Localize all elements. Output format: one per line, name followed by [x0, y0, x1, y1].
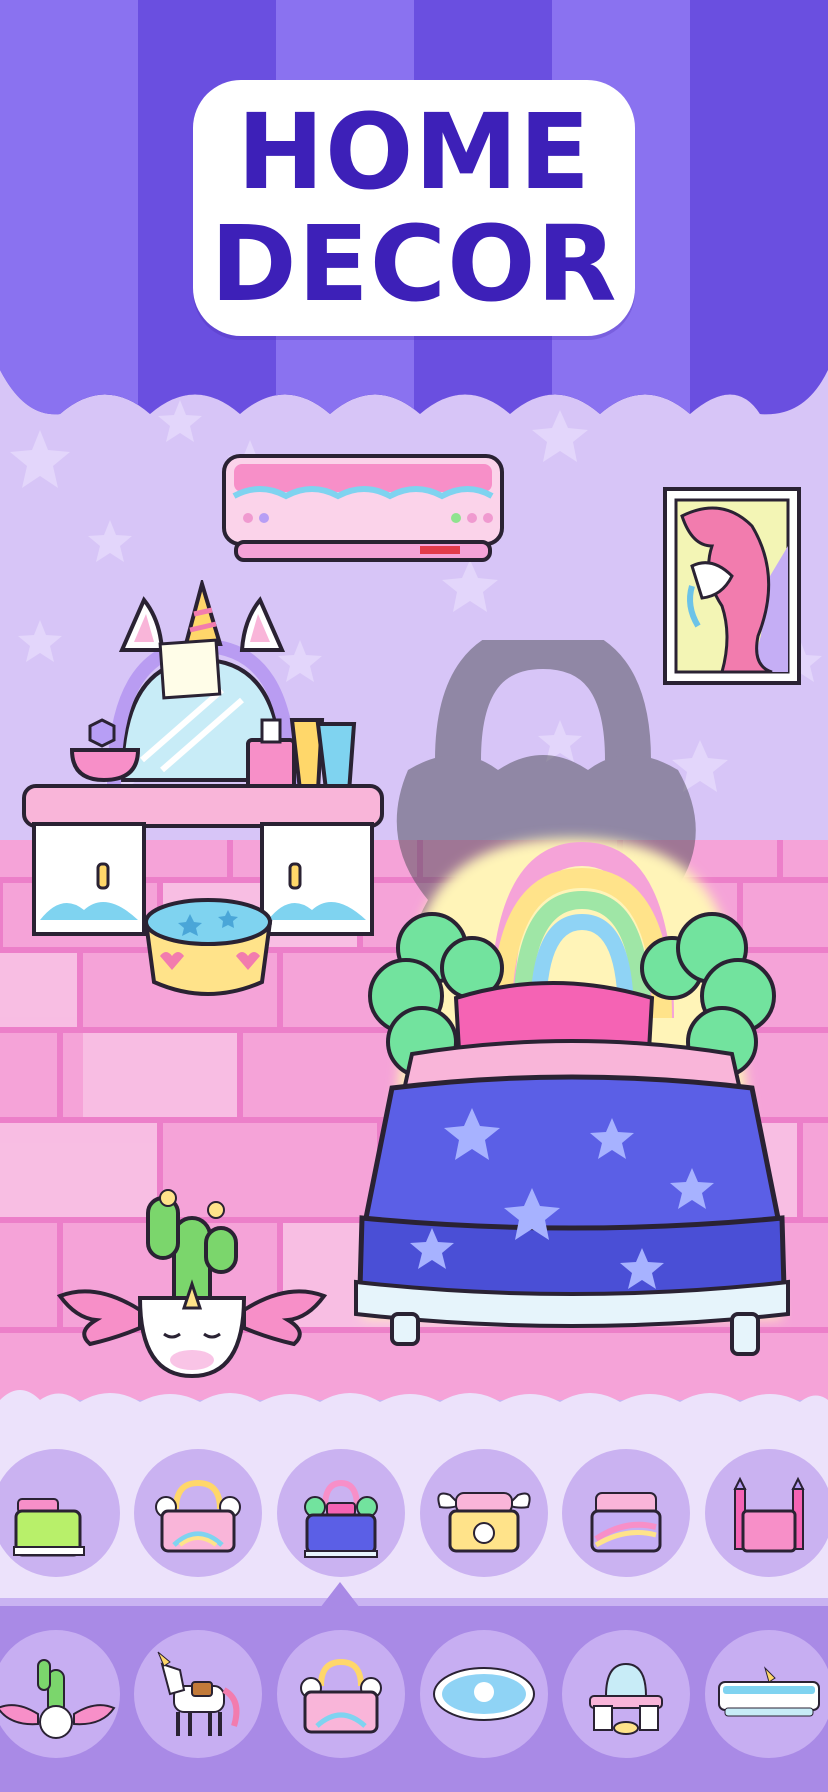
- category-bed[interactable]: [277, 1630, 405, 1758]
- star-blanket-bed-icon: [304, 1479, 378, 1558]
- category-vanity[interactable]: [562, 1630, 690, 1758]
- bed-option-green[interactable]: [0, 1449, 120, 1577]
- rainbow-stripe-bed-icon: [590, 1492, 662, 1553]
- vanity-icon: [589, 1662, 663, 1735]
- air-conditioner[interactable]: [220, 452, 506, 564]
- selection-pointer: [320, 1582, 360, 1608]
- category-rug[interactable]: [420, 1630, 548, 1758]
- rainbow-cloud-bed-icon: [155, 1479, 241, 1553]
- bed-option-castle[interactable]: [705, 1449, 828, 1577]
- category-air-conditioner[interactable]: [705, 1630, 828, 1758]
- bed-option-rainbow-stripe[interactable]: [562, 1449, 690, 1577]
- title-line-2: DECOR: [210, 203, 618, 325]
- star-pouf[interactable]: [140, 896, 276, 1004]
- air-conditioner-icon: [718, 1666, 820, 1717]
- category-unicorn[interactable]: [134, 1630, 262, 1758]
- unicorn-icon: [157, 1651, 240, 1736]
- category-cactus[interactable]: [0, 1630, 120, 1758]
- bed-icon: [300, 1658, 382, 1734]
- game-screen: HOME DECOR: [0, 0, 828, 1792]
- winged-unicorn-bed-icon: [437, 1492, 531, 1553]
- castle-bed-icon: [733, 1476, 805, 1553]
- cactus-icon: [0, 1659, 116, 1739]
- rug-icon: [433, 1667, 535, 1721]
- title-card: HOME DECOR: [193, 80, 635, 336]
- winged-unicorn-cactus[interactable]: [56, 1188, 328, 1384]
- category-tray: [0, 1606, 828, 1792]
- bed-options-tray: [0, 1428, 828, 1598]
- bed-option-winged-unicorn[interactable]: [420, 1449, 548, 1577]
- green-bed-icon: [13, 1498, 85, 1557]
- title-line-1: HOME: [237, 91, 591, 213]
- bed-option-rainbow-cloud[interactable]: [134, 1449, 262, 1577]
- rainbow-star-bed[interactable]: [352, 818, 792, 1378]
- bed-option-star-blanket[interactable]: [277, 1449, 405, 1577]
